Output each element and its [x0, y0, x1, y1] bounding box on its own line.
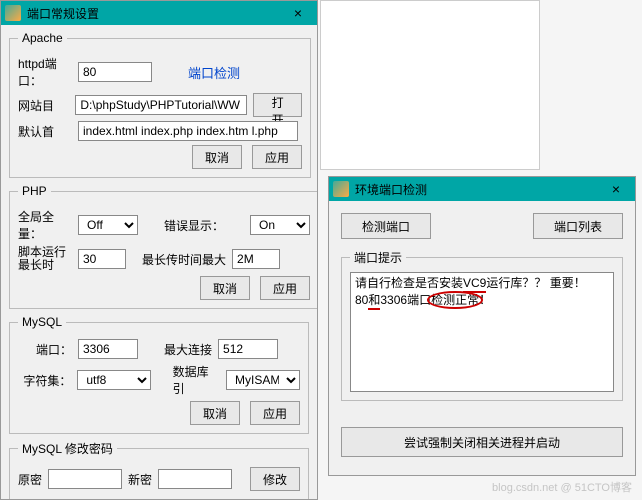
hint-textbox[interactable]: 请自行检查是否安装VC9运行库？？ 重要！ 80和3306端口检测正常！ [350, 272, 614, 392]
apache-legend: Apache [18, 31, 67, 45]
port-hint-legend: 端口提示 [350, 249, 406, 266]
mysql-legend: MySQL [18, 315, 66, 329]
script-time-label: 脚本运行最长时 [18, 246, 72, 272]
background-panel [320, 0, 540, 170]
mysql-group: MySQL 端口： 最大连接 字符集： utf8 数据库引 MyISAM 取消 … [9, 315, 309, 434]
port-list-button[interactable]: 端口列表 [533, 213, 623, 239]
new-password-label: 新密 [128, 471, 152, 488]
modify-password-button[interactable]: 修改 [250, 467, 300, 491]
watermark-text: blog.csdn.net @ 51CTO博客 [492, 479, 632, 495]
app-icon [5, 5, 21, 21]
force-close-button[interactable]: 尝试强制关闭相关进程并启动 [341, 427, 623, 457]
webroot-label: 网站目 [18, 97, 69, 114]
detect-port-button[interactable]: 检测端口 [341, 213, 431, 239]
mysql-password-group: MySQL 修改密码 原密 新密 修改 [9, 440, 309, 499]
charset-label: 字符集： [18, 372, 71, 389]
engine-label: 数据库引 [173, 363, 220, 397]
script-time-input[interactable] [78, 249, 126, 269]
close-icon[interactable]: × [601, 181, 631, 197]
error-display-select[interactable]: On [250, 215, 310, 235]
engine-select[interactable]: MyISAM [226, 370, 300, 390]
error-display-label: 错误显示： [164, 217, 244, 234]
port-settings-window: 端口常规设置 × Apache httpd端口： 端口检测 网站目 打开 默认首… [0, 0, 318, 500]
port-check-link[interactable]: 端口检测 [188, 63, 240, 82]
php-apply-button[interactable]: 应用 [260, 276, 310, 300]
window-body: Apache httpd端口： 端口检测 网站目 打开 默认首 取消 应用 PH… [1, 25, 317, 499]
php-cancel-button[interactable]: 取消 [200, 276, 250, 300]
window-title: 端口常规设置 [27, 5, 283, 22]
max-trans-label: 最长传时间最大 [142, 251, 226, 268]
global-var-select[interactable]: Off [78, 215, 138, 235]
maxconn-input[interactable] [218, 339, 278, 359]
titlebar: 端口常规设置 × [1, 1, 317, 25]
apache-apply-button[interactable]: 应用 [252, 145, 302, 169]
app-icon [333, 181, 349, 197]
php-legend: PHP [18, 184, 51, 198]
close-icon[interactable]: × [283, 5, 313, 21]
default-index-input[interactable] [78, 121, 298, 141]
httpd-port-label: httpd端口： [18, 55, 72, 89]
max-trans-input[interactable] [232, 249, 280, 269]
global-var-label: 全局全量： [18, 208, 72, 242]
titlebar: 环境端口检测 × [329, 177, 635, 201]
port-check-window: 环境端口检测 × 检测端口 端口列表 端口提示 请自行检查是否安装VC9运行库？… [328, 176, 636, 476]
open-button[interactable]: 打开 [253, 93, 302, 117]
window-body: 检测端口 端口列表 端口提示 请自行检查是否安装VC9运行库？？ 重要！ 80和… [329, 201, 635, 469]
webroot-input[interactable] [75, 95, 247, 115]
apache-cancel-button[interactable]: 取消 [192, 145, 242, 169]
php-group: PHP 全局全量： Off 错误显示： On 脚本运行最长时 最长传时间最大 取… [9, 184, 317, 309]
default-index-label: 默认首 [18, 123, 72, 140]
window-title: 环境端口检测 [355, 181, 601, 198]
mysql-password-legend: MySQL 修改密码 [18, 440, 117, 457]
port-hint-group: 端口提示 请自行检查是否安装VC9运行库？？ 重要！ 80和3306端口检测正常… [341, 249, 623, 401]
mysql-cancel-button[interactable]: 取消 [190, 401, 240, 425]
httpd-port-input[interactable] [78, 62, 152, 82]
mysql-apply-button[interactable]: 应用 [250, 401, 300, 425]
old-password-label: 原密 [18, 471, 42, 488]
new-password-input[interactable] [158, 469, 232, 489]
apache-group: Apache httpd端口： 端口检测 网站目 打开 默认首 取消 应用 [9, 31, 311, 178]
old-password-input[interactable] [48, 469, 122, 489]
maxconn-label: 最大连接 [164, 341, 212, 358]
hint-line-2: 80和3306端口检测正常！ [355, 292, 609, 309]
hint-line-1: 请自行检查是否安装VC9运行库？？ 重要！ [355, 275, 609, 292]
charset-select[interactable]: utf8 [77, 370, 150, 390]
mysql-port-label: 端口： [18, 341, 72, 358]
mysql-port-input[interactable] [78, 339, 138, 359]
